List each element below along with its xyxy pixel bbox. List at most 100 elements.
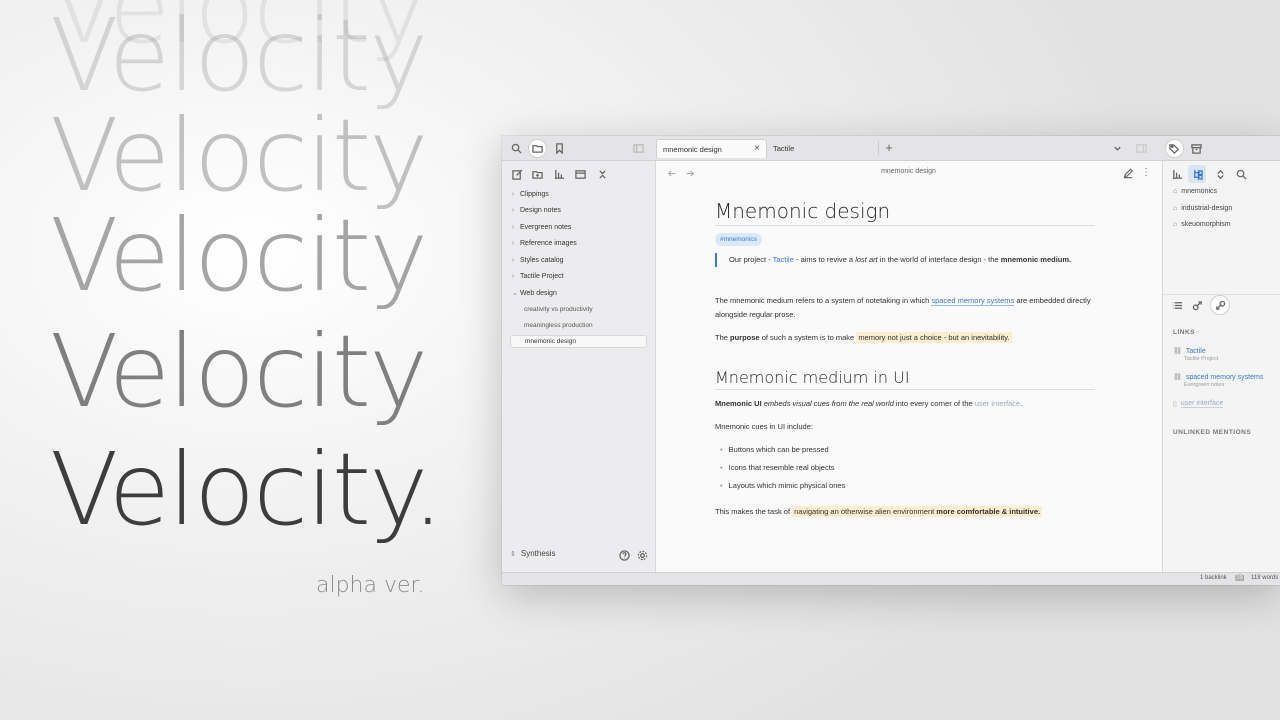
folder-item[interactable]: › Design notes xyxy=(512,203,561,217)
tag-item[interactable]: ⌂ skeuomorphism xyxy=(1173,221,1231,228)
vault-switcher[interactable]: ⇕ Synthesis xyxy=(510,549,556,558)
tag-icon: ⌂ xyxy=(1173,205,1178,212)
text: into every corner of the xyxy=(893,399,975,408)
bookmark-icon[interactable] xyxy=(553,142,565,154)
links-heading: LINKS xyxy=(1173,329,1195,336)
tab-mnemonic-design[interactable]: mnemonic design × xyxy=(656,139,767,158)
hero-word-faded-3: Velocity xyxy=(50,197,428,314)
chevron-right-icon: › xyxy=(512,223,515,231)
text: Icons that resemble real objects xyxy=(728,463,835,472)
more-options-icon[interactable]: ⋮ xyxy=(1141,167,1151,178)
hero-subtitle: alpha ver. xyxy=(316,573,425,598)
tab-label: mnemonic design xyxy=(663,144,722,154)
internal-link[interactable]: Tactile xyxy=(773,255,794,264)
folder-item[interactable]: › Clippings xyxy=(512,187,549,201)
sort-icon[interactable] xyxy=(553,168,565,180)
bullet-dot: • xyxy=(720,463,723,472)
search-icon[interactable] xyxy=(1235,168,1247,180)
folder-item[interactable]: › Tactile Project xyxy=(512,269,564,283)
new-note-icon[interactable] xyxy=(511,168,523,180)
backlink-count[interactable]: 1 backlink xyxy=(1200,575,1227,581)
emphasis: lost art xyxy=(855,255,878,264)
highlight: memory not just a choice - but an inevit… xyxy=(856,332,1012,343)
search-icon[interactable] xyxy=(510,142,522,154)
folder-item-open[interactable]: ⌄ Web design xyxy=(512,286,557,300)
paragraph: Mnemonic UI embeds visual cues from the … xyxy=(715,397,1105,411)
tag-item[interactable]: ⌂ mnemonics xyxy=(1173,188,1217,195)
link-entry[interactable]: ⛓ spaced memory systems Evergreen notes xyxy=(1173,373,1264,389)
app-window: mnemonic design × Tactile + › Clippings … xyxy=(502,136,1280,585)
tab-label: Tactile xyxy=(773,144,795,153)
chevron-right-icon: › xyxy=(512,256,515,264)
blockquote: Our project - Tactile - aims to revive a… xyxy=(715,253,1100,267)
folder-label: Clippings xyxy=(520,190,549,198)
text: of such a system is to make xyxy=(759,333,857,342)
note-item-active[interactable]: mnemonic design xyxy=(510,335,647,348)
tab-tactile[interactable]: Tactile xyxy=(767,139,877,158)
tag-item[interactable]: ⌂ industrial-design xyxy=(1173,205,1232,212)
outgoing-links-icon[interactable] xyxy=(1192,300,1203,311)
tags-icon[interactable] xyxy=(1165,139,1184,158)
status-bar: 1 backlink 📖︎ 118 words xyxy=(502,572,1280,585)
link-entry[interactable]: ▯ user interface xyxy=(1173,400,1224,408)
bullet-dot: • xyxy=(720,481,723,490)
text: This makes the task of xyxy=(715,507,793,516)
new-tab-icon[interactable]: + xyxy=(882,140,896,155)
backlinks-icon[interactable] xyxy=(1210,295,1230,315)
tab-divider xyxy=(878,141,879,155)
new-folder-icon[interactable] xyxy=(531,168,543,180)
tag-icon: ⌂ xyxy=(1173,188,1178,195)
help-icon[interactable] xyxy=(619,550,630,561)
chevron-down-icon[interactable] xyxy=(1111,142,1123,154)
sidebar-toggle-icon[interactable] xyxy=(632,142,644,154)
paragraph: The mnemonic medium refers to a system o… xyxy=(715,294,1105,322)
link-icon: ⛓ xyxy=(1173,348,1182,355)
folder-item[interactable]: › Styles catalog xyxy=(512,253,564,267)
sort-icon[interactable] xyxy=(1171,168,1183,180)
collapse-all-icon[interactable] xyxy=(596,168,608,180)
folder-icon[interactable] xyxy=(528,139,547,158)
outline-icon[interactable] xyxy=(1172,300,1183,311)
settings-icon[interactable] xyxy=(637,550,648,561)
folder-label: Design notes xyxy=(520,206,561,214)
link-title: spaced memory systems xyxy=(1185,373,1264,381)
note-subheading: Mnemonic medium in UI xyxy=(715,368,1095,390)
internal-link[interactable]: spaced memory systems xyxy=(931,296,1015,306)
close-icon[interactable]: × xyxy=(754,143,760,154)
editor-pane: mnemonic design ⋮ Mnemonic design #mnemo… xyxy=(656,161,1161,573)
strong-text: more comfortable & intuitive. xyxy=(934,507,1041,516)
unresolved-link[interactable]: user interface xyxy=(975,399,1020,408)
archive-icon[interactable] xyxy=(1190,142,1202,154)
auto-reveal-icon[interactable] xyxy=(574,168,586,180)
text: Our project - xyxy=(729,255,773,264)
folder-item[interactable]: › Evergreen notes xyxy=(512,220,571,234)
edit-pencil-icon[interactable] xyxy=(1123,168,1133,178)
tag-pill[interactable]: #mnemonics xyxy=(715,233,762,246)
chevron-right-icon: › xyxy=(512,206,515,214)
text: . xyxy=(1020,399,1023,408)
bullet-dot: • xyxy=(720,445,723,454)
link-entry[interactable]: ⛓ Tactile Tactile Project xyxy=(1173,347,1218,363)
folder-label: Evergreen notes xyxy=(520,223,572,231)
text: The xyxy=(715,333,731,342)
right-sidebar-toggle-icon[interactable] xyxy=(1135,142,1147,154)
link-title: user interface xyxy=(1180,400,1224,408)
note-item[interactable]: creativity vs productivity xyxy=(524,303,593,316)
note-item[interactable]: meaningless production xyxy=(524,319,593,332)
expand-collapse-icon[interactable] xyxy=(1214,168,1226,180)
hero-word-faded-2: Velocity xyxy=(50,97,428,214)
folder-label: Styles catalog xyxy=(520,256,564,264)
reading-view-icon[interactable]: 📖︎ xyxy=(1235,574,1244,582)
hero-word-main: Velocity. xyxy=(50,431,444,548)
text: navigating an otherwise alien environmen… xyxy=(794,507,935,516)
list-item: • Buttons which can be pressed xyxy=(720,445,829,454)
link-icon: ⛓ xyxy=(1173,374,1182,381)
tag-tree-icon[interactable] xyxy=(1188,165,1206,183)
word-count: 118 words xyxy=(1251,575,1279,581)
tag-label: industrial-design xyxy=(1181,205,1233,212)
hero-word-faded-4: Velocity xyxy=(50,313,428,430)
folder-item[interactable]: › Reference images xyxy=(512,236,577,250)
paragraph: This makes the task of navigating an oth… xyxy=(715,505,1105,519)
folder-label: Web design xyxy=(520,289,557,297)
text: Layouts which mimic physical ones xyxy=(728,481,846,490)
